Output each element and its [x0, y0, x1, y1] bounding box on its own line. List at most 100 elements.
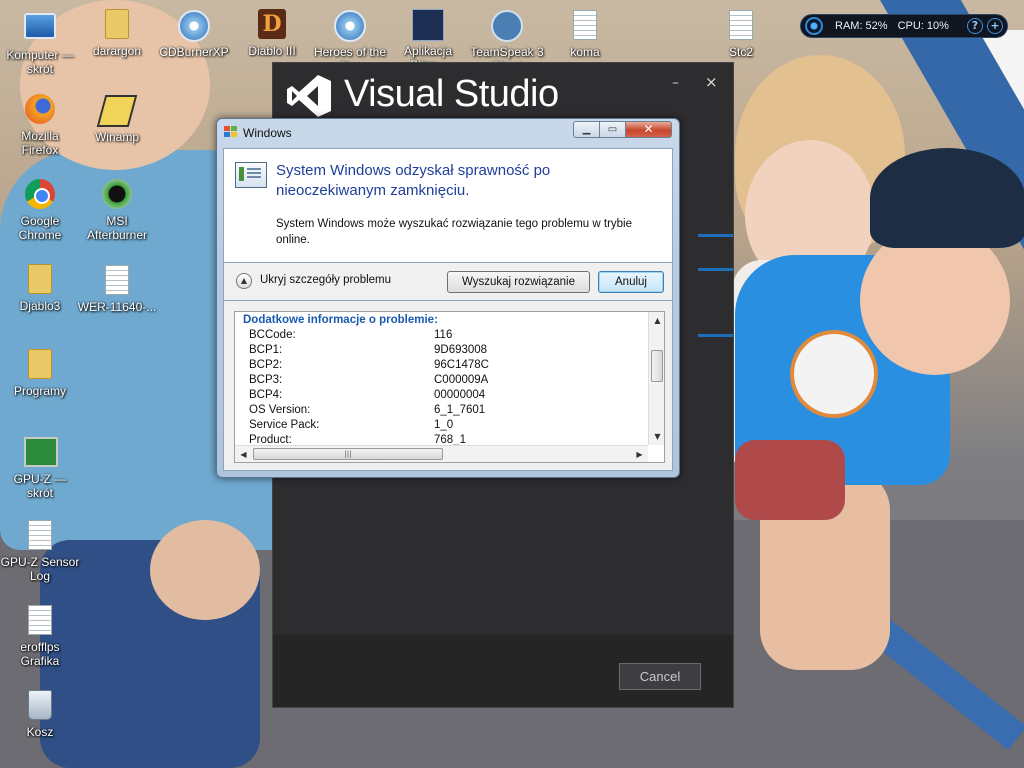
scroll-up-arrow-icon[interactable]: ▲: [649, 312, 664, 329]
desktop-icon-diablo3[interactable]: D Diablo III: [232, 8, 312, 58]
recovery-monitor-icon: [235, 162, 267, 188]
desktop-icon-koma[interactable]: koma: [545, 8, 625, 59]
desktop-icon-recycle-bin[interactable]: Kosz: [0, 688, 80, 739]
dialog-subtext: System Windows może wyszukać rozwiązanie…: [276, 218, 632, 246]
desktop-icon-label: Google Chrome: [18, 214, 62, 242]
desktop-icon-label: Diablo III: [248, 44, 296, 58]
desktop-icon-label: Kosz: [26, 725, 54, 739]
desktop-icon-label: GPU-Z Sensor Log: [0, 555, 80, 583]
wallpaper-child: [870, 148, 1024, 248]
desktop-icon-label: Mozilla Firefox: [21, 129, 59, 157]
desktop-icon-programy[interactable]: Programy: [0, 348, 80, 398]
details-row: BCP2: 96C1478C: [249, 359, 489, 374]
hide-details-toggle[interactable]: Ukryj szczegóły problemu: [260, 274, 391, 286]
wallpaper-child: [735, 440, 845, 520]
desktop-icon-label: Winamp: [94, 130, 139, 144]
desktop-icon-label: Djablo3: [19, 299, 61, 313]
desktop-icon-winamp[interactable]: Winamp: [77, 93, 157, 144]
document-icon: [28, 605, 52, 635]
cpu-usage: CPU: 10%: [897, 20, 949, 32]
recycle-bin-icon: [28, 690, 52, 720]
details-row: BCP4: 00000004: [249, 389, 485, 404]
chevron-up-icon[interactable]: ▲: [236, 273, 252, 289]
ram-usage: RAM: 52%: [835, 20, 888, 32]
msi-afterburner-icon: [102, 179, 132, 209]
desktop-icon-msi-afterburner[interactable]: MSI Afterburner: [77, 178, 157, 242]
details-key: BCP4:: [249, 389, 283, 401]
details-key: BCP1:: [249, 344, 283, 356]
scroll-thumb[interactable]: |||: [253, 448, 443, 460]
details-key: BCP2:: [249, 359, 283, 371]
desktop-icon-gpu-z[interactable]: GPU-Z — skrót: [0, 433, 80, 500]
details-value: 00000004: [434, 389, 486, 401]
desktop-icon-gpu-z-sensor-log[interactable]: GPU-Z Sensor Log: [0, 518, 80, 583]
desktop-icon-erofflps[interactable]: erofflps Grafika: [0, 603, 80, 668]
details-row: BCCode: 116: [249, 329, 479, 344]
dialog-title: Windows: [243, 126, 292, 140]
vs-progress-accent: [698, 234, 733, 237]
firefox-icon: [25, 94, 55, 124]
blizzard-icon: [412, 9, 444, 41]
problem-details-textbox[interactable]: Dodatkowe informacje o problemie: BCCode…: [234, 311, 665, 463]
winamp-icon: [96, 95, 138, 127]
desktop-icon-stc2[interactable]: Stc2: [701, 8, 781, 59]
document-icon: [105, 265, 129, 295]
windows-recovery-dialog: Windows ▁ ▭ ✕ System Windows odzyskał sp…: [216, 118, 680, 478]
widget-settings-icon[interactable]: ?: [967, 18, 983, 34]
desktop-icon-label: MSI Afterburner: [86, 214, 148, 242]
vs-close-button[interactable]: ×: [705, 73, 718, 91]
dialog-heading: System Windows odzyskał sprawność po nie…: [276, 162, 551, 199]
vs-progress-accent: [698, 334, 733, 337]
vs-progress-accent: [698, 268, 733, 271]
dialog-message-area: System Windows odzyskał sprawność po nie…: [223, 148, 673, 263]
details-heading: Dodatkowe informacje o problemie:: [243, 314, 438, 326]
disc-icon: [178, 10, 210, 42]
scroll-left-arrow-icon[interactable]: ◀: [235, 446, 252, 462]
details-horizontal-scrollbar[interactable]: ◀ ||| ▶: [235, 445, 648, 462]
dialog-minimize-button[interactable]: ▁: [573, 121, 600, 138]
desktop-icon-djablo3[interactable]: Djablo3: [0, 263, 80, 313]
details-row: Service Pack: 1_0: [249, 419, 479, 434]
document-icon: [28, 520, 52, 550]
chrome-icon: [25, 179, 55, 209]
dialog-window-controls: ▁ ▭ ✕: [573, 121, 672, 138]
search-solution-button[interactable]: Wyszukaj rozwiązanie: [447, 271, 590, 293]
details-row: OS Version: 6_1_7601: [249, 404, 485, 419]
cancel-button[interactable]: Anuluj: [598, 271, 664, 293]
gpu-z-icon: [24, 437, 58, 467]
desktop-icon-label: erofflps Grafika: [20, 640, 60, 668]
details-vertical-scrollbar[interactable]: ▲ ▼: [648, 312, 664, 445]
desktop-icon-firefox[interactable]: Mozilla Firefox: [0, 93, 80, 157]
desktop-icon-cdburnerxp[interactable]: CDBurnerXP: [154, 8, 234, 59]
widget-add-icon[interactable]: +: [987, 18, 1003, 34]
desktop-icon-label: GPU-Z — skrót: [13, 472, 67, 500]
desktop-icon-label: WER-11640-...: [77, 300, 157, 314]
desktop-icon-darargon[interactable]: darargon: [77, 8, 157, 58]
scroll-right-arrow-icon[interactable]: ▶: [631, 446, 648, 462]
problem-details-area: Dodatkowe informacje o problemie: BCCode…: [223, 301, 673, 471]
diablo-icon: D: [258, 9, 286, 39]
desktop-icon-label: Komputer — skrót: [6, 48, 74, 76]
folder-icon: [105, 9, 129, 39]
details-value: C000009A: [434, 374, 489, 386]
heroes-icon: [334, 10, 366, 42]
vs-minimize-button[interactable]: –: [672, 75, 679, 91]
desktop-icon-label: Programy: [13, 384, 66, 398]
desktop-icon-chrome[interactable]: Google Chrome: [0, 178, 80, 242]
vs-title: Visual Studio: [344, 73, 559, 115]
visual-studio-logo-icon: [287, 75, 331, 117]
dialog-maximize-button[interactable]: ▭: [600, 121, 626, 138]
gauge-icon: [805, 17, 823, 35]
dialog-close-button[interactable]: ✕: [626, 121, 672, 138]
wallpaper-shirt-print: [790, 330, 878, 418]
details-key: Service Pack:: [249, 419, 320, 431]
scroll-thumb[interactable]: [651, 350, 663, 382]
vs-cancel-button[interactable]: Cancel: [619, 663, 701, 690]
scroll-down-arrow-icon[interactable]: ▼: [649, 428, 664, 445]
desktop-icon-wer-file[interactable]: WER-11640-...: [77, 263, 157, 314]
desktop-icon-label: CDBurnerXP: [159, 45, 229, 59]
details-key: BCCode:: [249, 329, 296, 341]
details-value: 1_0: [434, 419, 454, 431]
details-key: OS Version:: [249, 404, 311, 416]
desktop-icon-computer[interactable]: Komputer — skrót: [0, 8, 80, 76]
